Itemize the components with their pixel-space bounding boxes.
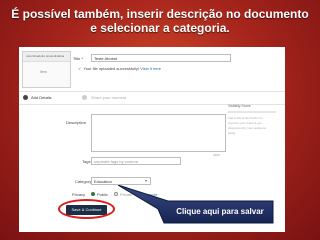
step-2-label[interactable]: Share your moment [91,95,126,100]
category-value: Education [94,179,112,184]
privacy-public-label: Public [97,192,108,197]
headline-line-2: e selecionar a categoria. [90,21,230,35]
headline-line-1: É possível também, inserir descrição no … [11,7,309,21]
tags-label: Tags [82,159,91,164]
title-input[interactable]: Teste Abobot [91,54,231,62]
view-it-here-link[interactable]: View it here [140,66,161,71]
step-2-indicator [82,95,87,100]
slide-headline: É possível também, inserir descrição no … [0,7,320,35]
visibility-score-bar [228,111,276,113]
success-check-icon: ✓ [78,66,82,71]
visibility-score-title: Visibility Score [228,104,251,108]
description-textarea[interactable] [91,114,226,152]
privacy-label: Privacy [72,192,86,197]
step-1-indicator [23,95,28,100]
sidebar-line-2: improve your reach & get [228,121,262,125]
privacy-public-radio[interactable] [91,192,95,196]
upload-success-message: ✓ Your file uploaded successfully! View … [78,66,161,71]
callout: Clique aqui para salvar [118,185,278,229]
sidebar-line-1: Add a title & description to [228,116,263,120]
title-label: Title * [73,56,84,61]
chevron-down-icon: ▾ [144,178,147,183]
thumbnail-body-text: Item [40,70,47,74]
description-char-count: 3000 [213,153,220,157]
success-text: Your file uploaded successfully! [83,66,140,71]
callout-text: Clique aqui para salvar [176,207,264,216]
thumbnail-header-text: noturninadulto tsnunuilnalina [26,54,65,58]
description-label: Description [66,120,87,125]
tags-input[interactable]: separate tags by comma [91,157,181,165]
category-select[interactable]: Education ▾ [91,177,151,185]
category-label: Category [75,179,92,184]
document-thumbnail: noturninadulto tsnunuilnalina Item [22,51,71,88]
upload-steps-bar: Add Details Share your moment [19,91,285,105]
sidebar-line-3: discovered by your audience [228,126,267,130]
step-1-label[interactable]: Add Details [31,95,51,100]
sidebar-line-4: easily [228,131,236,135]
highlight-ring [58,199,115,219]
